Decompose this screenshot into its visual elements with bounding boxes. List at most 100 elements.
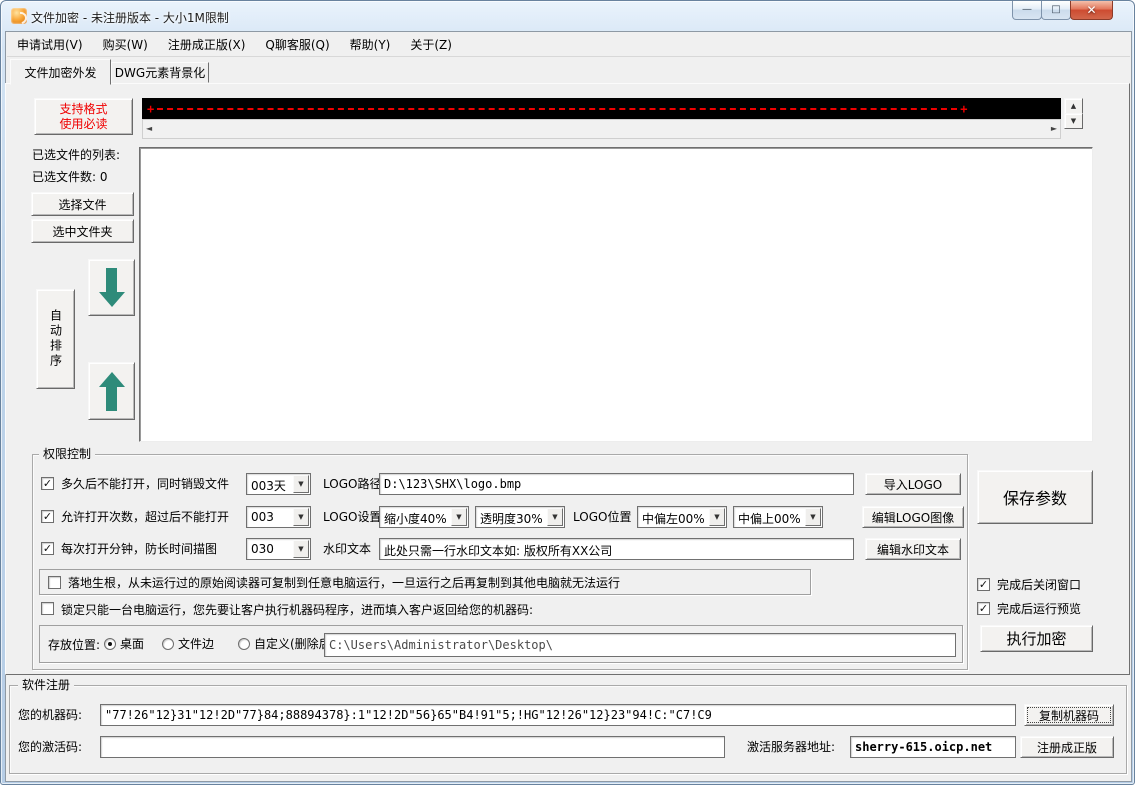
close-after-label: 完成后关闭窗口: [997, 578, 1081, 592]
menu-about[interactable]: 关于(Z): [400, 33, 462, 56]
auto-sort-button[interactable]: 自动排序: [36, 289, 75, 389]
menu-qq-support[interactable]: Q聊客服(Q): [255, 33, 339, 56]
register-button[interactable]: 注册成正版: [1020, 736, 1114, 758]
scroll-left-icon[interactable]: ◄: [146, 125, 152, 133]
expire-checkbox[interactable]: ✓: [41, 477, 54, 490]
logo-settings-label: LOGO设置: [323, 510, 381, 524]
open-count-combo[interactable]: 003 ▼: [246, 506, 311, 528]
minutes-value: 030: [251, 542, 274, 556]
storage-path-field[interactable]: C:\Users\Administrator\Desktop\: [324, 633, 956, 657]
check-icon: ✓: [43, 543, 52, 554]
tab-file-encrypt[interactable]: 文件加密外发: [10, 59, 111, 85]
dropdown-icon[interactable]: ▼: [805, 508, 821, 526]
logo-pos-h-combo[interactable]: 中偏左00% ▼: [637, 506, 727, 528]
copy-machine-code-button[interactable]: 复制机器码: [1024, 704, 1114, 726]
main-panel: 支持格式 使用必读 + + ◄ ► ▲ ▼ 已选文件的列表: 已选文件数: 0 …: [5, 83, 1130, 675]
watermark-field[interactable]: 此处只需一行水印文本如: 版权所有XX公司: [379, 538, 854, 560]
move-up-button[interactable]: [88, 362, 135, 420]
root-binding-label: 落地生根，从未运行过的原始阅读器可复制到任意电脑运行，一旦运行之后再复制到其他电…: [68, 576, 620, 590]
save-params-button[interactable]: 保存参数: [977, 470, 1093, 524]
app-icon: [11, 8, 27, 24]
dropdown-icon[interactable]: ▼: [451, 508, 467, 526]
minutes-label: 每次打开分钟，防长时间描图: [61, 542, 217, 556]
preview-after-checkbox[interactable]: ✓: [977, 602, 990, 615]
close-after-checkbox[interactable]: ✓: [977, 578, 990, 591]
minimize-button[interactable]: —: [1012, 1, 1042, 20]
encrypt-button[interactable]: 执行加密: [980, 625, 1093, 652]
spin-down-button[interactable]: ▼: [1064, 113, 1083, 129]
logo-pos-v-combo[interactable]: 中偏上00% ▼: [733, 506, 823, 528]
logo-pos-v-value: 中偏上00%: [738, 510, 801, 527]
logo-position-label: LOGO位置: [573, 510, 631, 524]
radio-dot: [108, 642, 112, 646]
dropdown-icon[interactable]: ▼: [709, 508, 725, 526]
scroll-right-icon[interactable]: ►: [1051, 125, 1057, 133]
machine-code-label: 您的机器码:: [18, 708, 82, 722]
spin-up-button[interactable]: ▲: [1064, 98, 1083, 114]
menu-trial[interactable]: 申请试用(V): [7, 33, 93, 56]
file-listbox[interactable]: [139, 147, 1093, 442]
plus-marker-right: +: [960, 102, 967, 116]
storage-location-box: 存放位置: 桌面 文件边 自定义(删除后会新建) C:\Users\Admini…: [39, 625, 963, 663]
select-folder-button[interactable]: 选中文件夹: [31, 219, 134, 243]
dropdown-icon[interactable]: ▼: [547, 508, 563, 526]
move-down-button[interactable]: [88, 259, 135, 316]
expire-days-value: 003天: [251, 477, 286, 494]
logo-scale-value: 缩小度40%: [384, 510, 447, 527]
permissions-group-title: 权限控制: [39, 447, 95, 461]
expire-days-combo[interactable]: 003天 ▼: [246, 473, 311, 495]
radio-desktop-label: 桌面: [120, 637, 144, 651]
tab-dwg-background[interactable]: DWG元素背景化: [111, 62, 209, 83]
dropdown-icon[interactable]: ▼: [293, 508, 309, 526]
activation-code-field[interactable]: [100, 736, 725, 758]
format-help-line1: 支持格式: [59, 102, 107, 117]
minutes-combo[interactable]: 030 ▼: [246, 538, 311, 560]
machine-code-field[interactable]: "77!26"12}31"12!2D"77}84;88894378}:1"12!…: [100, 704, 1016, 726]
maximize-button[interactable]: □: [1041, 1, 1071, 20]
minimize-icon: —: [1022, 5, 1032, 15]
down-arrow-icon: [99, 268, 125, 307]
preview-scrollbar[interactable]: ◄ ►: [142, 119, 1061, 139]
radio-custom[interactable]: [238, 638, 250, 650]
plus-marker-left: +: [147, 102, 154, 116]
menu-help[interactable]: 帮助(Y): [340, 33, 401, 56]
check-icon: ✓: [43, 511, 52, 522]
logo-opacity-value: 透明度30%: [480, 510, 543, 527]
root-binding-checkbox[interactable]: [48, 576, 61, 589]
preview-after-label: 完成后运行预览: [997, 602, 1081, 616]
menubar: 申请试用(V) 购买(W) 注册成正版(X) Q聊客服(Q) 帮助(Y) 关于(…: [7, 33, 1130, 57]
logo-pos-h-value: 中偏左00%: [642, 510, 705, 527]
import-logo-button[interactable]: 导入LOGO: [865, 473, 961, 495]
radio-beside-file[interactable]: [162, 638, 174, 650]
open-count-checkbox[interactable]: ✓: [41, 510, 54, 523]
radio-desktop[interactable]: [104, 638, 116, 650]
server-address-field[interactable]: sherry-615.oicp.net: [850, 736, 1016, 758]
server-address-label: 激活服务器地址:: [747, 740, 835, 754]
edit-watermark-button[interactable]: 编辑水印文本: [865, 538, 961, 560]
select-file-button[interactable]: 选择文件: [31, 192, 134, 216]
check-icon: ✓: [979, 579, 988, 590]
menu-register[interactable]: 注册成正版(X): [158, 33, 256, 56]
dropdown-icon[interactable]: ▼: [293, 475, 309, 493]
storage-location-label: 存放位置:: [48, 638, 100, 652]
open-count-label: 允许打开次数，超过后不能打开: [61, 510, 229, 524]
spin-up-icon: ▲: [1071, 102, 1076, 110]
close-button[interactable]: ✕: [1070, 1, 1113, 20]
expire-label: 多久后不能打开，同时销毁文件: [61, 477, 229, 491]
lock-pc-checkbox[interactable]: [41, 602, 54, 615]
spin-down-icon: ▼: [1071, 117, 1076, 125]
menu-buy[interactable]: 购买(W): [93, 33, 158, 56]
edit-logo-button[interactable]: 编辑LOGO图像: [862, 506, 964, 528]
activation-code-label: 您的激活码:: [18, 740, 82, 754]
logo-opacity-combo[interactable]: 透明度30% ▼: [475, 506, 565, 528]
radio-beside-file-label: 文件边: [178, 637, 214, 651]
up-arrow-icon: [99, 372, 125, 411]
app-window: 文件加密 - 未注册版本 - 大小1M限制 — □ ✕ 申请试用(V) 购买(W…: [0, 0, 1135, 785]
logo-path-field[interactable]: D:\123\SHX\logo.bmp: [379, 473, 854, 495]
logo-scale-combo[interactable]: 缩小度40% ▼: [379, 506, 469, 528]
permissions-group: 权限控制 ✓ 多久后不能打开，同时销毁文件 003天 ▼ ✓ 允许打开次数，超过…: [32, 454, 968, 670]
dropdown-icon[interactable]: ▼: [293, 540, 309, 558]
minutes-checkbox[interactable]: ✓: [41, 542, 54, 555]
registration-group: 软件注册 您的机器码: "77!26"12}31"12!2D"77}84;888…: [9, 685, 1127, 774]
format-help-button[interactable]: 支持格式 使用必读: [34, 98, 133, 135]
